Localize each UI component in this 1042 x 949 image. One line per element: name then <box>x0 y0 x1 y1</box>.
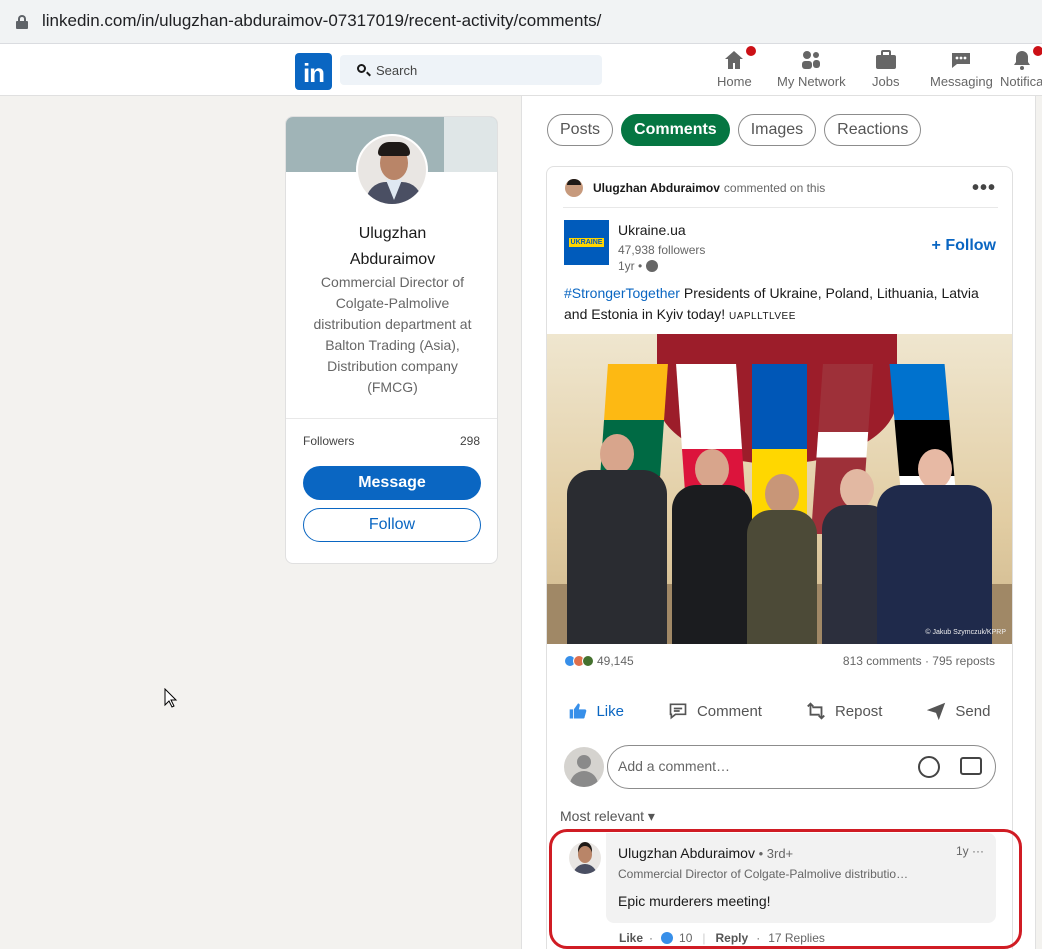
sort-dropdown[interactable]: Most relevant ▾ <box>560 808 655 825</box>
emoji-icon[interactable] <box>918 756 940 778</box>
search-input[interactable]: Search <box>340 55 602 85</box>
message-button[interactable]: Message <box>303 466 481 500</box>
hashtag-link[interactable]: #StrongerTogether <box>564 285 680 301</box>
add-comment-row: Add a comment… <box>564 745 996 791</box>
follow-button[interactable]: Follow <box>303 508 481 542</box>
org-name[interactable]: Ukraine.ua <box>618 222 686 238</box>
avatar[interactable] <box>565 179 583 197</box>
follow-org-button[interactable]: + Follow <box>932 237 996 255</box>
search-placeholder: Search <box>376 63 418 78</box>
globe-icon <box>646 260 659 272</box>
org-followers: 47,938 followers <box>618 243 706 257</box>
network-icon <box>802 51 821 69</box>
send-icon <box>927 702 946 721</box>
tab-images[interactable]: Images <box>737 114 817 146</box>
notification-badge <box>743 44 758 58</box>
followers-count: 298 <box>459 434 480 448</box>
support-reaction-icon <box>582 655 594 667</box>
context-suffix: commented on this <box>723 181 826 195</box>
comment-icon <box>669 703 687 720</box>
browser-url-bar: linkedin.com/in/ulugzhan-abduraimov-0731… <box>0 0 1042 44</box>
nav-my-network[interactable]: My Network <box>777 48 846 89</box>
followers-label: Followers <box>303 434 355 448</box>
repost-icon <box>807 702 825 720</box>
activity-tabs: Posts Comments Images Reactions <box>547 114 922 146</box>
search-icon <box>357 64 366 73</box>
repost-button[interactable]: Repost <box>805 695 882 727</box>
profile-headline: Commercial Director of Colgate-Palmolive… <box>313 274 472 395</box>
avatar[interactable] <box>356 134 428 206</box>
divider <box>286 418 497 419</box>
messaging-icon <box>952 53 971 68</box>
context-author[interactable]: Ulugzhan Abduraimov <box>593 181 720 195</box>
briefcase-icon <box>875 50 896 69</box>
nav-messaging[interactable]: Messaging <box>930 48 993 89</box>
org-logo[interactable]: UKRAINE <box>564 220 609 265</box>
post-stats: 49,145 813 comments · 795 reposts <box>564 654 995 670</box>
post-text: #StrongerTogether Presidents of Ukraine,… <box>564 285 979 322</box>
post-time: 1yr • <box>618 259 659 273</box>
nav-notifications[interactable]: Notifica <box>1000 44 1042 89</box>
post-actions: Like Comment Repost Send <box>547 695 1012 727</box>
top-nav: in Search Home My Network Jobs Messaging… <box>0 44 1042 96</box>
lock-icon[interactable] <box>16 15 28 29</box>
highlight-annotation <box>549 829 1022 949</box>
nav-jobs[interactable]: Jobs <box>872 48 899 89</box>
thumbs-up-icon <box>570 703 587 719</box>
post-context: Ulugzhan Abduraimov commented on this <box>565 177 825 199</box>
comments-reposts-count[interactable]: 813 comments · 795 reposts <box>843 654 995 668</box>
tab-reactions[interactable]: Reactions <box>824 114 922 146</box>
send-button[interactable]: Send <box>925 695 990 727</box>
address-bar[interactable]: linkedin.com/in/ulugzhan-abduraimov-0731… <box>0 2 1042 40</box>
post-image[interactable]: © Jakub Szymczuk/KPRP <box>547 334 1012 644</box>
like-button[interactable]: Like <box>568 695 624 727</box>
reaction-count[interactable]: 49,145 <box>564 654 634 668</box>
activity-feed: Posts Comments Images Reactions Ulugzhan… <box>521 96 1036 949</box>
bell-icon <box>1013 51 1030 70</box>
divider <box>563 207 998 208</box>
profile-card: Ulugzhan Abduraimov Commercial Director … <box>285 116 498 564</box>
avatar <box>564 747 604 787</box>
tab-comments[interactable]: Comments <box>621 114 730 146</box>
tab-posts[interactable]: Posts <box>547 114 614 146</box>
profile-name[interactable]: Ulugzhan Abduraimov <box>286 221 497 273</box>
mouse-cursor-icon <box>164 688 178 708</box>
nav-home[interactable]: Home <box>717 44 758 89</box>
linkedin-logo[interactable]: in <box>295 53 332 90</box>
photo-credit: © Jakub Szymczuk/KPRP <box>925 629 1006 636</box>
notification-badge <box>1031 44 1042 58</box>
image-icon[interactable] <box>960 757 982 775</box>
more-options-icon[interactable]: ••• <box>972 177 996 200</box>
comment-button[interactable]: Comment <box>667 695 762 727</box>
home-icon <box>725 51 744 69</box>
url-text[interactable]: linkedin.com/in/ulugzhan-abduraimov-0731… <box>42 11 601 31</box>
